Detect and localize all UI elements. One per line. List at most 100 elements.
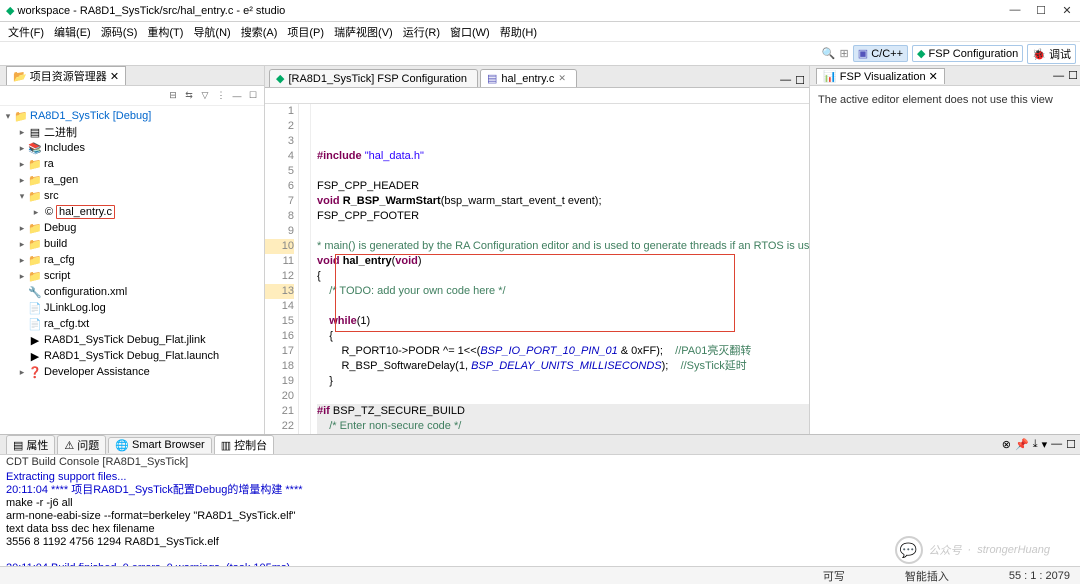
filter-icon[interactable]: ▽: [198, 89, 212, 103]
tree-twisty[interactable]: ▸: [16, 159, 28, 170]
console-scroll-icon[interactable]: ⤓: [1033, 438, 1038, 451]
tab-hal-entry[interactable]: ▤hal_entry.c✕: [480, 69, 577, 87]
tree-node[interactable]: ▶RA8D1_SysTick Debug_Flat.jlink: [0, 332, 264, 348]
tree-twisty[interactable]: ▸: [16, 367, 28, 378]
tree-node[interactable]: ▸©hal_entry.c: [0, 204, 264, 220]
code-line[interactable]: {: [317, 329, 809, 344]
code-line[interactable]: #include "hal_data.h": [317, 149, 809, 164]
menu-item[interactable]: 导航(N): [189, 22, 234, 42]
open-type-icon[interactable]: ⊞: [840, 47, 849, 60]
tree-node[interactable]: ▸📁ra_gen: [0, 172, 264, 188]
tree-node[interactable]: ▸▤二进制: [0, 124, 264, 140]
tree-node[interactable]: ▸📁ra: [0, 156, 264, 172]
code-line[interactable]: /* TODO: add your own code here */: [317, 284, 809, 299]
menu-item[interactable]: 窗口(W): [446, 22, 494, 42]
tree-node[interactable]: 📄ra_cfg.txt: [0, 316, 264, 332]
fldp-icon: 📁: [28, 238, 42, 251]
tree-twisty[interactable]: ▸: [16, 175, 28, 186]
perspective-ccpp[interactable]: ▣ C/C++: [853, 45, 908, 62]
code-line[interactable]: FSP_CPP_HEADER: [317, 179, 809, 194]
view-menu-icon[interactable]: ⋮: [214, 89, 228, 103]
fsp-visualization-view: 📊 FSP Visualization ✕—☐ The active edito…: [810, 66, 1080, 434]
tab-properties[interactable]: ▤ 属性: [6, 435, 55, 454]
menu-item[interactable]: 源码(S): [97, 22, 142, 42]
view-max-icon[interactable]: ☐: [1066, 69, 1080, 82]
code-line[interactable]: [317, 299, 809, 314]
console-select-icon[interactable]: ▾: [1042, 438, 1048, 451]
maximize-view-icon[interactable]: ☐: [246, 89, 260, 103]
menu-item[interactable]: 运行(R): [399, 22, 444, 42]
menu-item[interactable]: 编辑(E): [50, 22, 95, 42]
minimize-view-icon[interactable]: —: [230, 89, 244, 103]
tab-problems[interactable]: ⚠ 问题: [57, 435, 106, 454]
menu-item[interactable]: 重构(T): [143, 22, 187, 42]
console-max-icon[interactable]: ☐: [1066, 438, 1076, 451]
editor-min-icon[interactable]: —: [780, 74, 791, 87]
code-line[interactable]: R_BSP_SoftwareDelay(1, BSP_DELAY_UNITS_M…: [317, 359, 809, 374]
close-icon[interactable]: ✕: [558, 73, 566, 84]
tree-node[interactable]: ▸📁script: [0, 268, 264, 284]
close-button[interactable]: ✕: [1060, 4, 1074, 17]
code-line[interactable]: {: [317, 269, 809, 284]
perspective-fsp[interactable]: ◆ FSP Configuration: [912, 45, 1023, 62]
code-editor[interactable]: 1234567891011121314151617181920212223242…: [265, 104, 809, 434]
code-line[interactable]: void hal_entry(void): [317, 254, 809, 269]
menu-item[interactable]: 瑞萨视图(V): [330, 22, 397, 42]
code-line[interactable]: * main() is generated by the RA Configur…: [317, 239, 809, 254]
editor-max-icon[interactable]: ☐: [795, 74, 805, 87]
minimize-button[interactable]: —: [1008, 4, 1022, 17]
console-pin-icon[interactable]: 📌: [1015, 438, 1029, 451]
editor-area: ◆[RA8D1_SysTick] FSP Configuration ▤hal_…: [265, 66, 810, 434]
maximize-button[interactable]: ☐: [1034, 4, 1048, 17]
menu-item[interactable]: 项目(P): [283, 22, 328, 42]
tree-twisty[interactable]: ▸: [16, 271, 28, 282]
perspective-debug[interactable]: 🐞 调试: [1027, 44, 1076, 64]
tree-node[interactable]: 📄JLinkLog.log: [0, 300, 264, 316]
code-line[interactable]: #if BSP_TZ_SECURE_BUILD: [317, 404, 809, 419]
tree-node[interactable]: ▶RA8D1_SysTick Debug_Flat.launch: [0, 348, 264, 364]
menu-item[interactable]: 文件(F): [4, 22, 48, 42]
tree-twisty[interactable]: ▸: [30, 207, 42, 218]
tree-twisty[interactable]: ▸: [16, 127, 28, 138]
tree-node[interactable]: 🔧configuration.xml: [0, 284, 264, 300]
code-line[interactable]: /* Enter non-secure code */: [317, 419, 809, 434]
tree-node[interactable]: ▸📁Debug: [0, 220, 264, 236]
console-clear-icon[interactable]: ⊗: [1002, 438, 1011, 451]
tree-node[interactable]: ▸❓Developer Assistance: [0, 364, 264, 380]
tree-twisty[interactable]: ▾: [2, 111, 14, 122]
view-tab-explorer[interactable]: 📂 项目资源管理器 ✕: [6, 66, 126, 85]
code-line[interactable]: FSP_CPP_FOOTER: [317, 209, 809, 224]
code-line[interactable]: [317, 389, 809, 404]
view-min-icon[interactable]: —: [1051, 70, 1066, 82]
tree-twisty[interactable]: ▸: [16, 143, 28, 154]
view-tab-fsp-vis[interactable]: 📊 FSP Visualization ✕: [816, 68, 945, 84]
menu-item[interactable]: 帮助(H): [496, 22, 541, 42]
link-editor-icon[interactable]: ⇆: [182, 89, 196, 103]
menu-item[interactable]: 搜索(A): [237, 22, 282, 42]
tab-console[interactable]: ▥ 控制台: [214, 435, 274, 454]
quick-access-icon[interactable]: 🔍: [822, 47, 836, 60]
code-line[interactable]: R_PORT10->PODR ^= 1<<(BSP_IO_PORT_10_PIN…: [317, 344, 809, 359]
code-line[interactable]: }: [317, 374, 809, 389]
tree-node[interactable]: ▸📁ra_cfg: [0, 252, 264, 268]
code-line[interactable]: [317, 164, 809, 179]
console-output[interactable]: Extracting support files...20:11:04 ****…: [0, 469, 1080, 566]
tree-node[interactable]: ▸📚Includes: [0, 140, 264, 156]
tree-twisty[interactable]: ▸: [16, 255, 28, 266]
console-min-icon[interactable]: —: [1051, 438, 1062, 451]
tree-label: ra_cfg: [42, 254, 75, 266]
code-line[interactable]: while(1): [317, 314, 809, 329]
code-line[interactable]: [317, 224, 809, 239]
fld-icon: 📁: [28, 190, 42, 203]
code-line[interactable]: void R_BSP_WarmStart(bsp_warm_start_even…: [317, 194, 809, 209]
project-root[interactable]: RA8D1_SysTick [Debug]: [28, 110, 151, 122]
tree-twisty[interactable]: ▸: [16, 239, 28, 250]
tab-fsp-config[interactable]: ◆[RA8D1_SysTick] FSP Configuration: [269, 69, 478, 87]
tab-smart-browser[interactable]: 🌐 Smart Browser: [108, 437, 211, 453]
tree-twisty[interactable]: ▾: [16, 191, 28, 202]
tree-node[interactable]: ▸📁build: [0, 236, 264, 252]
tree-node[interactable]: ▾📁src: [0, 188, 264, 204]
collapse-all-icon[interactable]: ⊟: [166, 89, 180, 103]
tree-twisty[interactable]: ▸: [16, 223, 28, 234]
bin-icon: ▤: [28, 126, 42, 139]
